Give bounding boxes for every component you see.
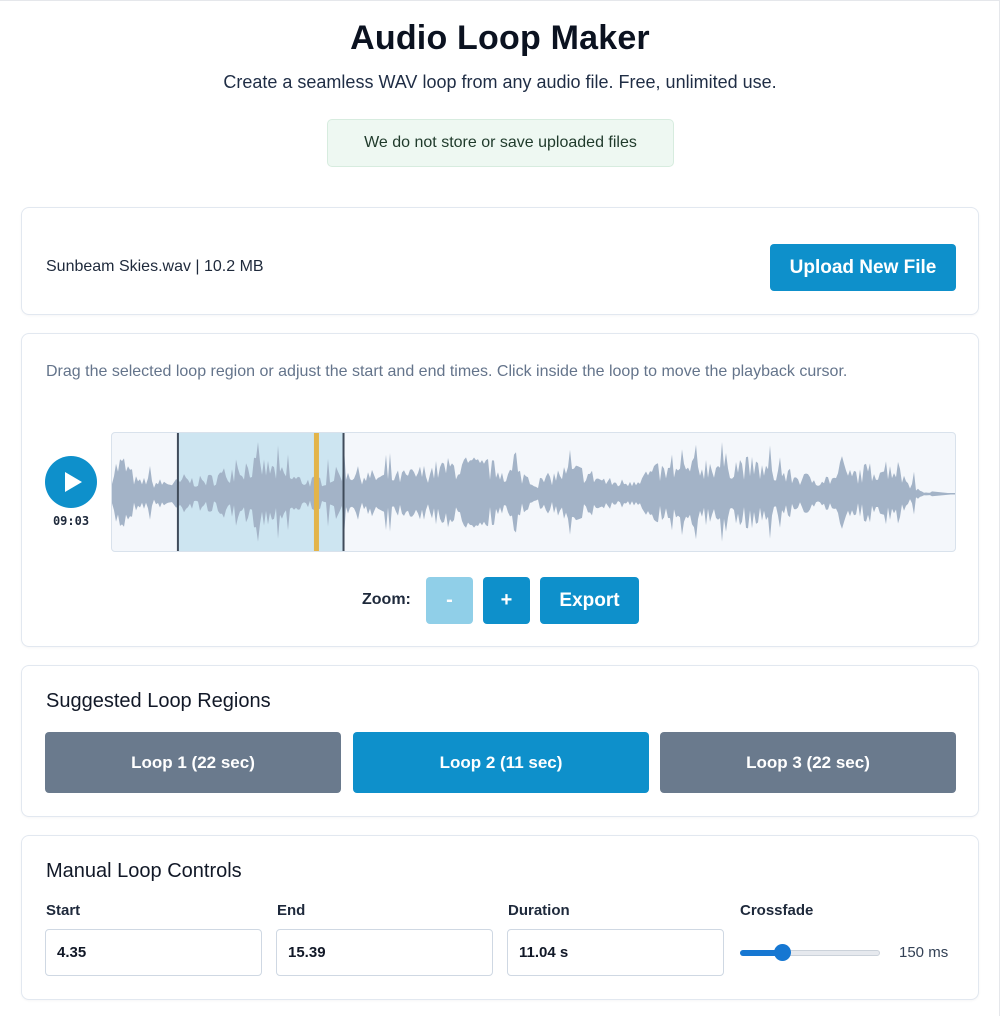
playback-time: 09:03 <box>52 514 90 528</box>
export-button[interactable]: Export <box>540 577 639 624</box>
page-title: Audio Loop Maker <box>350 19 650 57</box>
privacy-notice: We do not store or save uploaded files <box>327 119 674 167</box>
loop-start-handle[interactable] <box>176 433 179 552</box>
file-info: Sunbeam Skies.wav | 10.2 MB <box>46 258 264 275</box>
loop-3-button[interactable]: Loop 3 (22 sec) <box>660 732 956 793</box>
loop-2-button[interactable]: Loop 2 (11 sec) <box>353 732 649 793</box>
zoom-out-button[interactable]: - <box>426 577 473 624</box>
start-input[interactable] <box>45 929 262 976</box>
editor-instructions: Drag the selected loop region or adjust … <box>46 363 848 380</box>
start-label: Start <box>46 902 81 919</box>
zoom-label: Zoom: <box>362 591 411 608</box>
crossfade-label: Crossfade <box>740 902 814 919</box>
waveform-editor-card: Drag the selected loop region or adjust … <box>21 333 979 647</box>
suggested-loops-title: Suggested Loop Regions <box>46 690 271 712</box>
play-button[interactable] <box>45 456 97 508</box>
manual-loop-controls-card: Manual Loop Controls Start End Duration … <box>21 835 979 1000</box>
crossfade-slider[interactable] <box>740 944 880 961</box>
loop-end-handle[interactable] <box>342 433 345 552</box>
waveform-display[interactable] <box>111 432 956 552</box>
playback-cursor[interactable] <box>313 433 319 552</box>
crossfade-value: 150 ms <box>899 944 949 961</box>
loop-1-button[interactable]: Loop 1 (22 sec) <box>45 732 341 793</box>
zoom-controls: Zoom: - + Export <box>22 577 980 624</box>
zoom-in-button[interactable]: + <box>483 577 530 624</box>
file-card: Sunbeam Skies.wav | 10.2 MB Upload New F… <box>21 207 979 315</box>
end-label: End <box>277 902 306 919</box>
end-input[interactable] <box>276 929 493 976</box>
suggested-loops-card: Suggested Loop Regions Loop 1 (22 sec) L… <box>21 665 979 817</box>
upload-new-file-button[interactable]: Upload New File <box>770 244 956 291</box>
crossfade-slider-thumb[interactable] <box>774 944 791 961</box>
page-subtitle: Create a seamless WAV loop from any audi… <box>223 72 777 92</box>
manual-controls-title: Manual Loop Controls <box>46 860 242 882</box>
duration-label: Duration <box>508 902 570 919</box>
play-icon <box>65 472 82 492</box>
audio-loop-maker-page: Audio Loop Maker Create a seamless WAV l… <box>0 0 1000 1016</box>
waveform-svg <box>112 433 955 552</box>
duration-field <box>507 929 724 976</box>
